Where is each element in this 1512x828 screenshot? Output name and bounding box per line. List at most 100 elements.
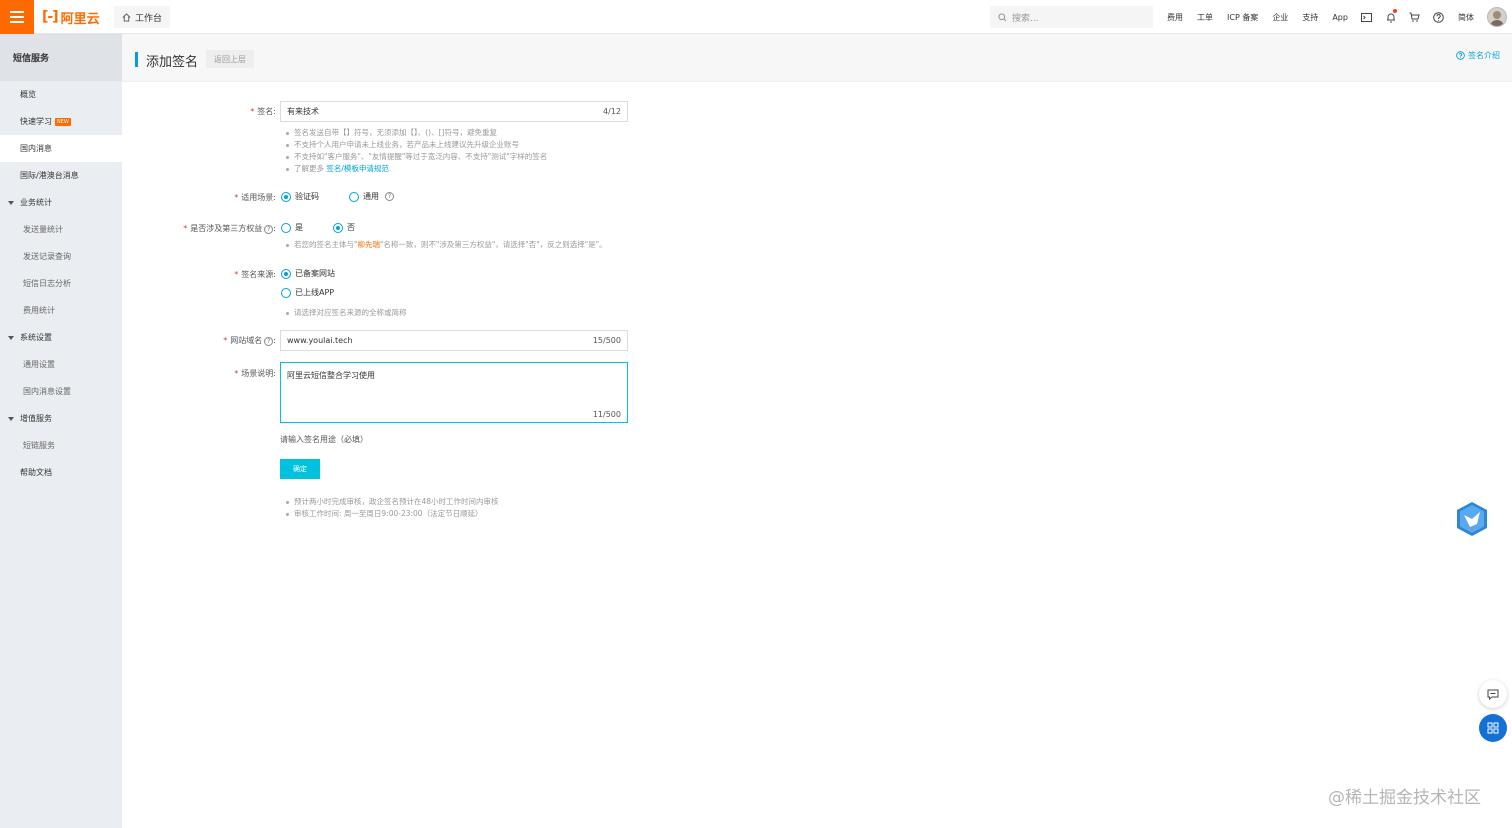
search-icon: [998, 12, 1007, 21]
aliyun-logo[interactable]: [-] 阿里云: [42, 8, 100, 27]
hint-item: 不支持如"客户服务"、"友情提醒"等过于宽泛内容、不支持"测试"字样的签名: [283, 151, 743, 163]
third-party-hint: 若您的签名主体与"柳先瑞"名称一致，则不"涉及第三方权益"，请选择"否"，反之则…: [283, 239, 743, 251]
sidebar-item-short-link[interactable]: 短链服务: [0, 432, 122, 459]
sidebar-item-send-records[interactable]: 发送记录查询: [0, 243, 122, 270]
home-icon: [122, 12, 131, 22]
notification-dot: [1392, 9, 1397, 13]
new-badge: NEW: [55, 117, 71, 126]
sidebar-item-label: 帮助文档: [20, 468, 52, 477]
domain-value: www.youlai.tech: [287, 336, 353, 345]
nav-support[interactable]: 支持: [1295, 12, 1325, 23]
sidebar-item-overview[interactable]: 概览: [0, 81, 122, 108]
radio-checked: [333, 222, 343, 233]
nav-icp[interactable]: ICP 备案: [1220, 12, 1265, 23]
required-mark: *: [250, 107, 255, 116]
sidebar-item-label: 短信日志分析: [23, 279, 71, 288]
workbench-label: 工作台: [135, 13, 163, 24]
help-icon[interactable]: ?: [385, 192, 394, 201]
scene-desc-textarea[interactable]: 阿里云短信整合学习使用 11/500: [280, 362, 628, 423]
third-party-radio-no[interactable]: 否: [333, 222, 355, 233]
sidebar-title: 短信服务: [0, 34, 122, 81]
search-placeholder: 搜索...: [1012, 13, 1039, 24]
hint-item: 审核工作时间: 周一至周日9:00-23:00（法定节日顺延）: [283, 508, 743, 520]
spec-link[interactable]: 签名/模板申请规范: [326, 164, 389, 173]
domain-label: * 网站域名?:: [223, 336, 276, 346]
sidebar-item-label: 发送记录查询: [23, 252, 71, 261]
domain-count: 15/500: [592, 336, 621, 345]
sidebar-item-label: 短链服务: [23, 441, 55, 450]
assistant-bird-icon[interactable]: [1453, 500, 1491, 538]
sidebar-item-label: 业务统计: [20, 198, 52, 207]
page-title: 添加签名: [146, 55, 199, 70]
sidebar-group-value-added[interactable]: 增值服务: [0, 405, 122, 432]
apps-grid-icon[interactable]: [1479, 714, 1507, 742]
signature-intro-link[interactable]: 签名介绍: [1456, 50, 1500, 61]
sidebar-group-stats[interactable]: 业务统计: [0, 189, 122, 216]
sidebar-item-label: 增值服务: [20, 414, 52, 423]
nav-app[interactable]: App: [1325, 13, 1355, 22]
sidebar-item-domestic-settings[interactable]: 国内消息设置: [0, 378, 122, 405]
language-switch[interactable]: 简体: [1451, 12, 1481, 23]
sidebar-item-domestic[interactable]: 国内消息: [0, 135, 122, 162]
chevron-down-icon: [8, 416, 14, 421]
sidebar-item-label: 通用设置: [23, 360, 55, 369]
scene-desc-count: 11/500: [592, 410, 621, 419]
review-hints: 预计两小时完成审核，政企签名预计在48小时工作时间内审核 审核工作时间: 周一至…: [283, 496, 743, 520]
sidebar-item-log-analysis[interactable]: 短信日志分析: [0, 270, 122, 297]
third-party-label: * 是否涉及第三方权益?:: [183, 224, 276, 234]
signature-label: * 签名:: [250, 107, 276, 116]
logo-mark: [-]: [42, 9, 59, 25]
scene-desc-value: 阿里云短信整合学习使用: [287, 371, 375, 380]
source-radio-website[interactable]: 已备案网站: [281, 268, 335, 279]
purpose-hint: 请输入签名用途（必填）: [280, 435, 368, 444]
sidebar-group-settings[interactable]: 系统设置: [0, 324, 122, 351]
signature-input[interactable]: 有来技术 4/12: [280, 101, 628, 122]
hamburger-menu-button[interactable]: [0, 0, 34, 34]
hint-item: 不支持个人用户申请未上线业务，若产品未上线建议先升级企业账号: [283, 139, 743, 151]
radio-unchecked: [281, 222, 291, 233]
help-icon[interactable]: [1427, 0, 1451, 34]
hint-item: 了解更多 签名/模板申请规范: [283, 163, 743, 175]
workbench-button[interactable]: 工作台: [114, 6, 171, 28]
radio-checked: [281, 191, 291, 202]
nav-ticket[interactable]: 工单: [1190, 12, 1220, 23]
scene-radio-verification[interactable]: 验证码: [281, 191, 319, 202]
search-box[interactable]: 搜索...: [990, 6, 1153, 28]
terminal-icon[interactable]: [1355, 0, 1379, 34]
confirm-button[interactable]: 确定: [280, 459, 320, 479]
source-radio-app[interactable]: 已上线APP: [281, 287, 334, 298]
sidebar-item-label: 快速学习: [20, 117, 52, 126]
logo-text: 阿里云: [60, 11, 100, 27]
third-party-radio-yes[interactable]: 是: [281, 222, 303, 233]
sidebar-item-label: 发送量统计: [23, 225, 63, 234]
help-icon[interactable]: ?: [264, 225, 274, 234]
help-icon[interactable]: ?: [264, 337, 274, 346]
bell-icon[interactable]: [1379, 0, 1403, 34]
help-circle-icon: [1456, 51, 1465, 60]
sidebar-item-label: 系统设置: [20, 333, 52, 342]
scene-label: * 适用场景:: [234, 193, 276, 202]
sidebar-item-help-docs[interactable]: 帮助文档: [0, 459, 122, 486]
sidebar-item-label: 费用统计: [23, 306, 55, 315]
chat-icon[interactable]: [1479, 680, 1507, 708]
sidebar-item-send-volume[interactable]: 发送量统计: [0, 216, 122, 243]
sidebar-item-fee-stats[interactable]: 费用统计: [0, 297, 122, 324]
watermark: @稀土掘金技术社区: [1328, 788, 1481, 808]
user-avatar[interactable]: [1487, 7, 1507, 27]
sidebar-item-label: 国内消息设置: [23, 387, 71, 396]
top-nav-links: 费用 工单 ICP 备案 企业 支持 App 简体: [1160, 0, 1481, 34]
back-button[interactable]: 返回上层: [206, 50, 254, 68]
sidebar-item-label: 国际/港澳台消息: [20, 171, 79, 180]
sidebar-item-general-settings[interactable]: 通用设置: [0, 351, 122, 378]
domain-input[interactable]: www.youlai.tech 15/500: [280, 330, 628, 351]
hint-item: 请选择对应签名来源的全称或简称: [283, 307, 743, 319]
cart-icon[interactable]: [1403, 0, 1427, 34]
top-navbar: [-] 阿里云 工作台 搜索... 费用 工单 ICP 备案 企业 支持 App…: [0, 0, 1512, 34]
nav-fee[interactable]: 费用: [1160, 12, 1190, 23]
sidebar-item-quick-learn[interactable]: 快速学习 NEW: [0, 108, 122, 135]
chevron-down-icon: [8, 200, 14, 205]
sidebar-item-international[interactable]: 国际/港澳台消息: [0, 162, 122, 189]
nav-enterprise[interactable]: 企业: [1265, 12, 1295, 23]
hint-item: 若您的签名主体与"柳先瑞"名称一致，则不"涉及第三方权益"，请选择"否"，反之则…: [283, 239, 743, 251]
scene-radio-general[interactable]: 通用?: [349, 191, 394, 202]
